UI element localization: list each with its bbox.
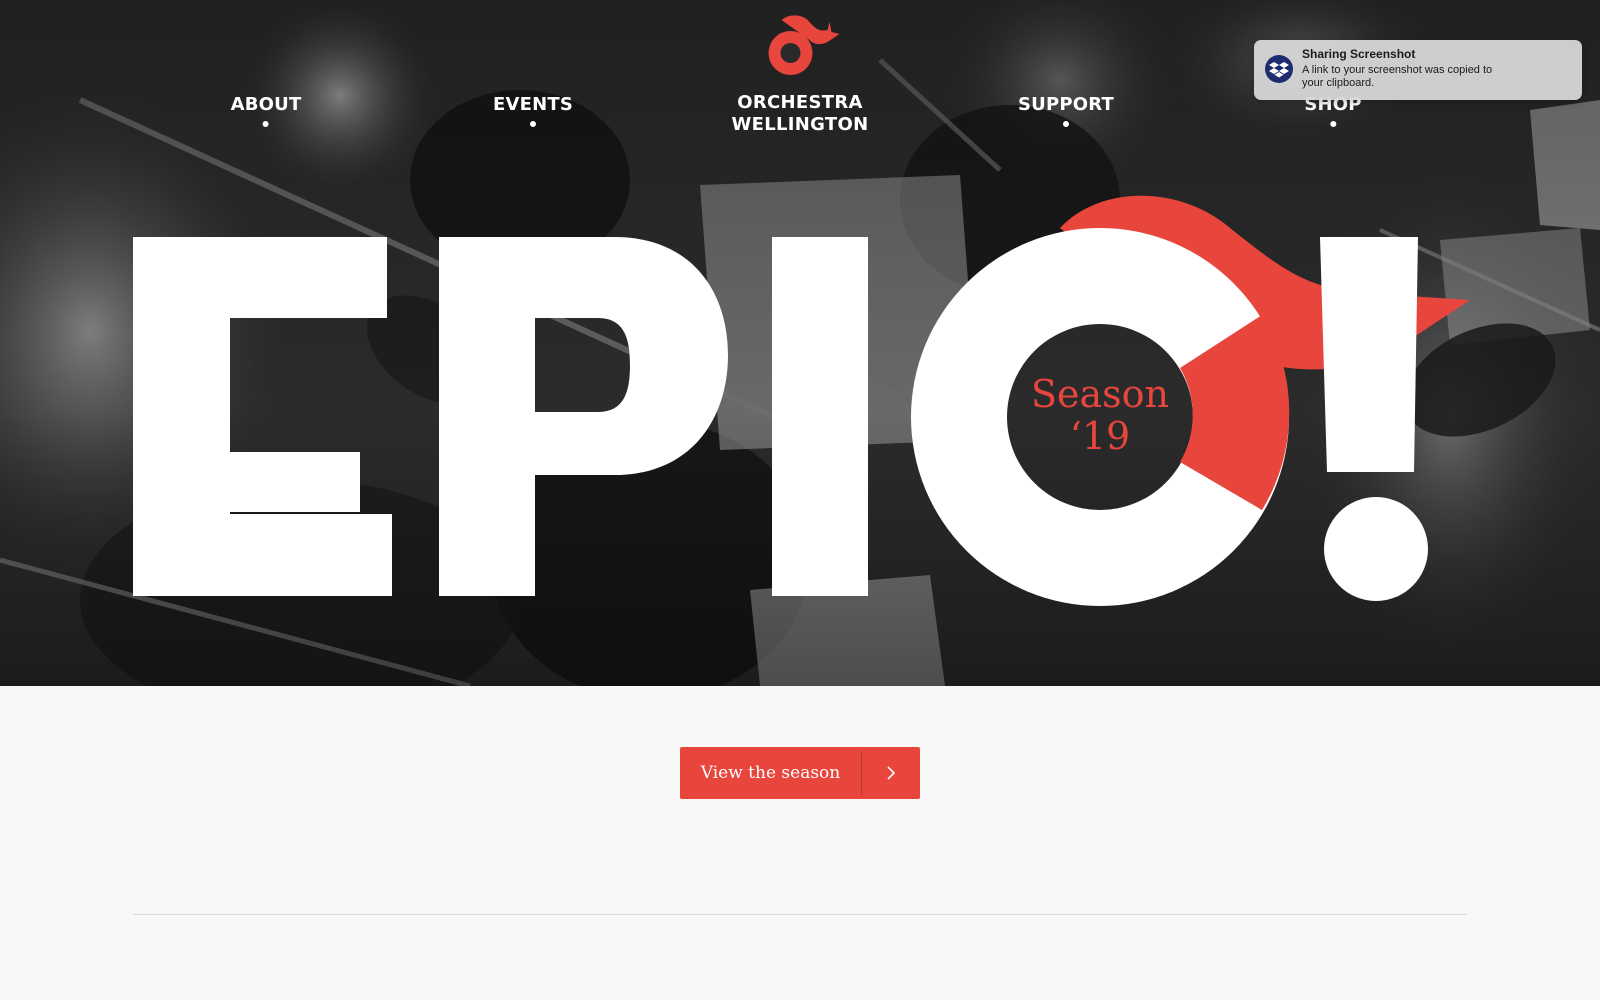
section-divider xyxy=(133,914,1467,915)
exclamation-dot xyxy=(1324,497,1428,601)
season-label-line1: Season xyxy=(1030,372,1170,416)
orchestra-wellington-logo-icon xyxy=(769,15,840,75)
nav-about-link[interactable]: ABOUT xyxy=(231,94,302,127)
season-label-line2: ‘19 xyxy=(1069,414,1131,458)
nav-dot xyxy=(1063,121,1069,127)
nav-support-label: SUPPORT xyxy=(1018,94,1114,115)
dropbox-icon xyxy=(1265,55,1293,83)
screenshot-share-notification[interactable]: Sharing Screenshot A link to your screen… xyxy=(1254,40,1582,100)
nav-dot xyxy=(530,121,536,127)
letter-i xyxy=(772,237,868,596)
letter-e xyxy=(133,237,392,596)
view-season-label: View the season xyxy=(700,763,841,783)
hero-banner: Season ‘19 ABOUT EVENTS ORCHESTRA WELLIN… xyxy=(0,0,1600,686)
nav-dot xyxy=(262,121,269,127)
exclamation-bar xyxy=(1320,237,1418,472)
season-label: Season ‘19 xyxy=(1031,373,1169,457)
nav-dot xyxy=(1329,121,1336,127)
nav-about-label: ABOUT xyxy=(230,94,302,115)
brand-home-link[interactable]: ORCHESTRA WELLINGTON xyxy=(732,14,869,136)
nav-support-link[interactable]: SUPPORT xyxy=(1018,94,1114,127)
nav-events-link[interactable]: EVENTS xyxy=(493,94,573,127)
notification-body: A link to your screenshot was copied to … xyxy=(1302,64,1493,89)
brand-name: ORCHESTRA WELLINGTON xyxy=(731,92,869,135)
view-season-button[interactable]: View the season xyxy=(680,747,920,799)
letter-p xyxy=(439,237,728,596)
nav-events-label: EVENTS xyxy=(492,94,574,115)
chevron-right-icon xyxy=(862,747,920,799)
notification-title: Sharing Screenshot xyxy=(1302,47,1416,61)
